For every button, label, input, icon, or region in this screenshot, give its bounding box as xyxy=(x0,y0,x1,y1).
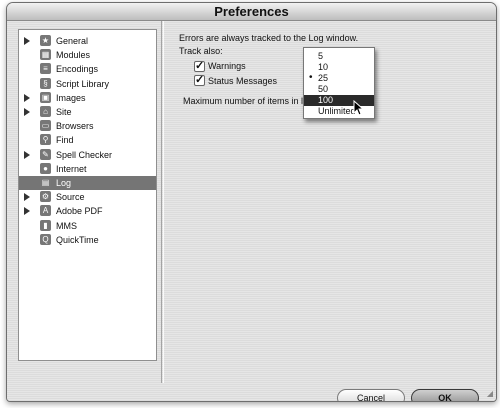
sidebar-item-internet[interactable]: ● Internet xyxy=(19,162,156,176)
menu-item-label: 5 xyxy=(318,51,324,61)
disclosure-triangle-icon[interactable] xyxy=(24,108,30,116)
disclosure-triangle-icon[interactable] xyxy=(24,37,30,45)
menu-item-10[interactable]: 10 xyxy=(304,62,374,73)
sidebar-item-label: Adobe PDF xyxy=(56,206,103,217)
log-icon: ▤ xyxy=(40,177,51,188)
adobe-pdf-icon: A xyxy=(40,205,51,217)
sidebar-item-find[interactable]: ⚲ Find xyxy=(19,133,156,147)
sidebar-item-label: Script Library xyxy=(56,78,110,89)
sidebar-item-modules[interactable]: ▦ Modules xyxy=(19,48,156,62)
resize-grip-icon[interactable]: ◢ xyxy=(487,389,493,398)
sidebar-item-browsers[interactable]: ▭ Browsers xyxy=(19,119,156,133)
disclosure-triangle-icon[interactable] xyxy=(24,150,30,159)
sidebar-item-label: Site xyxy=(56,107,72,117)
spell-checker-icon: ✎ xyxy=(40,148,51,160)
disclosure-triangle-icon[interactable] xyxy=(24,193,30,202)
window-content: ★ General ▦ Modules ≡ Encodings § Script Librar… xyxy=(7,21,496,401)
log-info-text: Errors are always tracked to the Log win… xyxy=(179,33,359,43)
sidebar-item-label: Encodings xyxy=(56,64,99,75)
images-icon: ▣ xyxy=(40,91,51,103)
site-icon: ⌂ xyxy=(40,106,51,117)
sidebar-item-adobe-pdf[interactable]: A Adobe PDF xyxy=(19,204,156,218)
sidebar-item-script-library[interactable]: § Script Library xyxy=(19,77,156,91)
pane-divider xyxy=(161,21,162,383)
selected-bullet-icon: • xyxy=(309,72,313,83)
checkmark-icon: ✓ xyxy=(195,60,205,72)
script-library-icon: § xyxy=(40,77,51,89)
sidebar-item-label: Spell Checker xyxy=(56,149,113,160)
window-title: Preferences xyxy=(7,3,496,21)
sidebar-item-mms[interactable]: ▮ MMS xyxy=(19,219,156,233)
menu-item-5[interactable]: 5 xyxy=(304,51,374,62)
browsers-icon: ▭ xyxy=(40,120,51,132)
track-also-label: Track also: xyxy=(179,46,223,56)
sidebar-item-quicktime[interactable]: Q QuickTime xyxy=(19,233,156,247)
sidebar-item-site[interactable]: ⌂ Site xyxy=(19,105,156,119)
sidebar-item-label: Find xyxy=(56,135,74,146)
globe-icon: ● xyxy=(40,162,51,174)
modules-icon: ▦ xyxy=(40,49,51,61)
sidebar-item-label: Log xyxy=(56,178,72,188)
encodings-icon: ≡ xyxy=(40,63,51,75)
sidebar-item-spell-checker[interactable]: ✎ Spell Checker xyxy=(19,148,156,162)
menu-item-label: 100 xyxy=(318,95,334,105)
sidebar-item-label: Modules xyxy=(56,50,91,61)
menu-item-25[interactable]: • 25 xyxy=(304,72,374,84)
sidebar-item-label: General xyxy=(56,36,89,46)
sidebar-item-label: QuickTime xyxy=(56,234,99,245)
warnings-label[interactable]: Warnings xyxy=(208,61,246,71)
status-messages-checkbox[interactable]: ✓ xyxy=(194,74,205,86)
star-icon: ★ xyxy=(40,35,51,46)
phone-icon: ▮ xyxy=(40,219,51,231)
preferences-window: Preferences ★ General ▦ Modules ≡ Encodings § S… xyxy=(6,2,497,402)
sidebar-item-label: MMS xyxy=(56,220,77,231)
status-messages-label[interactable]: Status Messages xyxy=(208,76,277,86)
menu-item-label: 10 xyxy=(318,62,329,72)
disclosure-triangle-icon[interactable] xyxy=(24,207,30,216)
quicktime-icon: Q xyxy=(40,233,51,245)
sidebar-item-images[interactable]: ▣ Images xyxy=(19,91,156,105)
sidebar-item-label: Images xyxy=(56,92,86,103)
sidebar-item-label: Browsers xyxy=(56,121,94,132)
category-list[interactable]: ★ General ▦ Modules ≡ Encodings § Script Librar… xyxy=(18,29,157,361)
find-icon: ⚲ xyxy=(40,134,51,146)
sidebar-item-source[interactable]: ⚙ Source xyxy=(19,190,156,204)
max-items-label: Maximum number of items in list xyxy=(183,96,313,106)
mouse-cursor-icon xyxy=(353,100,365,116)
checkmark-icon: ✓ xyxy=(195,74,205,86)
menu-item-50[interactable]: 50 xyxy=(304,84,374,95)
sidebar-item-label: Internet xyxy=(56,163,87,174)
menu-item-label: 25 xyxy=(318,73,329,83)
warnings-checkbox[interactable]: ✓ xyxy=(194,60,205,72)
sidebar-item-log[interactable]: ▤ Log xyxy=(19,176,156,190)
sidebar-item-encodings[interactable]: ≡ Encodings xyxy=(19,62,156,76)
ok-button[interactable]: OK xyxy=(411,389,479,401)
cancel-button[interactable]: Cancel xyxy=(337,389,405,401)
source-icon: ⚙ xyxy=(40,191,51,203)
menu-item-label: Unlimited xyxy=(318,106,356,116)
disclosure-triangle-icon[interactable] xyxy=(24,93,30,102)
pane-divider-highlight xyxy=(163,21,164,383)
sidebar-item-label: Source xyxy=(56,192,85,203)
menu-item-label: 50 xyxy=(318,84,329,94)
sidebar-item-general[interactable]: ★ General xyxy=(19,34,156,48)
